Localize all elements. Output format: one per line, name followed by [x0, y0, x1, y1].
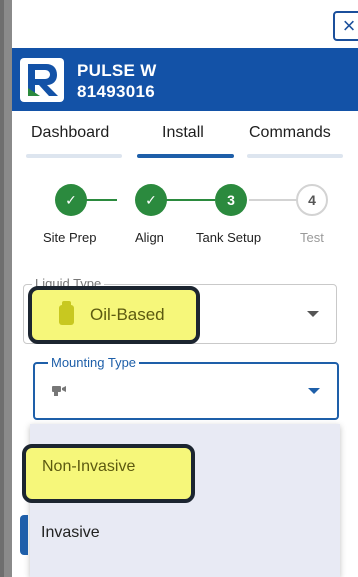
mounting-type-label: Mounting Type — [48, 355, 140, 370]
menu-option-invasive[interactable]: Invasive — [41, 524, 100, 542]
device-id: 81493016 — [77, 82, 156, 101]
close-icon: × — [342, 13, 356, 38]
step-label-align: Align — [135, 230, 164, 245]
mounting-type-select[interactable] — [33, 362, 339, 420]
menu-option-non-invasive[interactable]: Non-Invasive — [22, 444, 195, 503]
r-logo-icon — [20, 58, 64, 102]
device-name: PULSE W — [77, 61, 157, 80]
menu-option-label: Non-Invasive — [42, 458, 136, 475]
close-button[interactable]: × — [333, 11, 358, 41]
step-2-check-icon[interactable]: ✓ — [135, 184, 167, 216]
step-label-site-prep: Site Prep — [43, 230, 97, 245]
tab-bar: Dashboard Install Commands — [12, 111, 358, 165]
tab-install[interactable]: Install — [162, 124, 204, 142]
tab-install-underline — [137, 154, 234, 158]
close-row: × — [12, 0, 358, 48]
step-1-check-icon[interactable]: ✓ — [55, 184, 87, 216]
step-3-number[interactable]: 3 — [215, 184, 247, 216]
tab-commands[interactable]: Commands — [249, 124, 331, 142]
device-header: PULSE W 81493016 — [12, 48, 358, 111]
step-label-test: Test — [300, 230, 324, 245]
install-stepper: ✓ ✓ 3 4 Site Prep Align Tank Setup Test — [12, 165, 358, 260]
sensor-icon — [51, 384, 67, 396]
chevron-down-icon — [307, 311, 319, 317]
tab-commands-underline — [247, 154, 343, 158]
liquid-type-value: Oil-Based — [90, 305, 165, 324]
step-connector — [249, 199, 297, 201]
oil-can-icon — [59, 305, 74, 325]
window-edge-inner — [4, 0, 12, 577]
step-label-tank-setup: Tank Setup — [196, 230, 262, 245]
tab-dashboard[interactable]: Dashboard — [31, 124, 109, 142]
step-4-number[interactable]: 4 — [296, 184, 328, 216]
menu-selection-indicator — [20, 515, 28, 555]
tab-dashboard-underline — [26, 154, 122, 158]
liquid-type-value-highlight: Oil-Based — [28, 286, 200, 344]
chevron-down-icon — [308, 388, 320, 394]
